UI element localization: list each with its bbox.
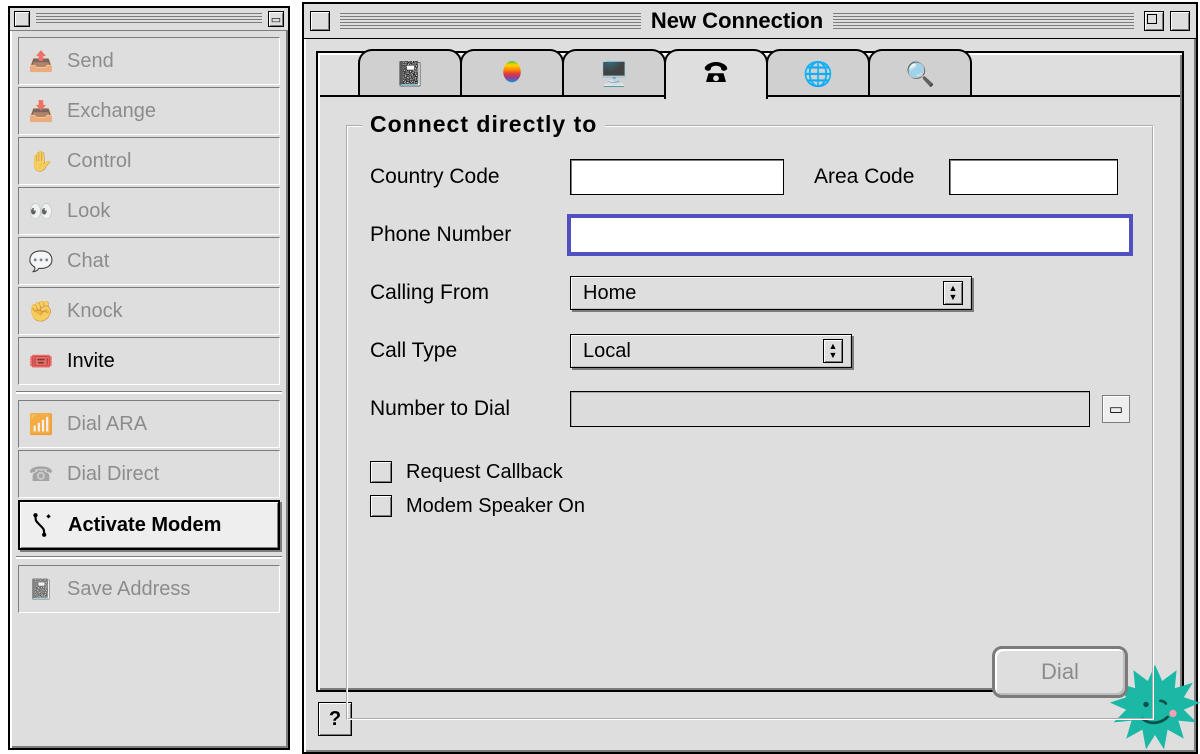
country-code-label: Country Code: [370, 165, 570, 189]
request-callback-row[interactable]: Request Callback: [370, 455, 1130, 489]
close-box[interactable]: [310, 11, 330, 31]
chat-icon: 💬: [27, 247, 55, 275]
toolbox-close-box[interactable]: [14, 11, 30, 27]
ara-icon: 🖥️: [599, 60, 629, 89]
tool-save-address[interactable]: 📓 Save Address: [18, 565, 280, 613]
control-icon: ✋: [27, 147, 55, 175]
tool-label: Exchange: [67, 100, 156, 123]
call-type-popup[interactable]: Local ▲▼: [570, 334, 852, 368]
look-icon: 👀: [27, 197, 55, 225]
tab-address-book[interactable]: 📓: [358, 49, 462, 97]
titlebar-stripes: [36, 13, 262, 25]
phone-number-label: Phone Number: [370, 223, 570, 247]
group-title: Connect directly to: [362, 111, 605, 138]
tool-label: Knock: [67, 300, 123, 323]
send-icon: 📤: [27, 47, 55, 75]
search-icon: 🔍: [905, 60, 935, 89]
area-code-input[interactable]: [949, 159, 1118, 195]
tool-chat[interactable]: 💬 Chat: [18, 237, 280, 285]
tab-ara[interactable]: 🖥️: [562, 49, 666, 97]
tab-search[interactable]: 🔍: [868, 49, 972, 97]
popup-arrows-icon: ▲▼: [943, 281, 963, 305]
titlebar-stripes: [833, 13, 1134, 29]
connect-directly-group: Connect directly to Country Code Area Co…: [346, 125, 1154, 720]
tab-internet[interactable]: 🌐: [766, 49, 870, 97]
tool-label: Invite: [67, 350, 115, 373]
tool-look[interactable]: 👀 Look: [18, 187, 280, 235]
tool-label: Chat: [67, 250, 109, 273]
toolbox-collapse-box[interactable]: ▭: [268, 11, 284, 27]
tool-dial-ara[interactable]: 📶 Dial ARA: [18, 400, 280, 448]
toolbox-separator: [16, 391, 282, 394]
tool-knock[interactable]: ✊ Knock: [18, 287, 280, 335]
modem-speaker-row[interactable]: Modem Speaker On: [370, 489, 1130, 523]
modem-speaker-checkbox[interactable]: [370, 495, 392, 517]
toolbox-separator: [16, 556, 282, 559]
tab-telephone[interactable]: [664, 49, 768, 99]
tool-label: Dial ARA: [67, 413, 147, 436]
toolbox-window: ▭ 📤 Send 📥 Exchange ✋ Control 👀 Look 💬 C…: [8, 6, 290, 750]
exchange-icon: 📥: [27, 97, 55, 125]
new-connection-window: New Connection 📓 🖥️: [302, 2, 1198, 754]
zoom-box[interactable]: [1144, 11, 1164, 31]
request-callback-checkbox[interactable]: [370, 461, 392, 483]
dial-ara-icon: 📶: [27, 410, 55, 438]
tool-label: Dial Direct: [67, 463, 159, 486]
calling-from-popup[interactable]: Home ▲▼: [570, 276, 972, 310]
tool-send[interactable]: 📤 Send: [18, 37, 280, 85]
address-book-icon: 📓: [395, 60, 425, 89]
tab-row: 📓 🖥️ 🌐 🔍: [358, 49, 970, 99]
calling-from-value: Home: [583, 282, 636, 305]
knock-icon: ✊: [27, 297, 55, 325]
tool-dial-direct[interactable]: ☎ Dial Direct: [18, 450, 280, 498]
telephone-icon: [701, 57, 731, 93]
tool-control[interactable]: ✋ Control: [18, 137, 280, 185]
dial-button[interactable]: Dial: [992, 646, 1128, 698]
window-titlebar[interactable]: New Connection: [304, 4, 1196, 39]
call-type-value: Local: [583, 340, 631, 363]
toolbox-titlebar[interactable]: ▭: [10, 8, 288, 31]
tool-exchange[interactable]: 📥 Exchange: [18, 87, 280, 135]
globe-icon: 🌐: [803, 60, 833, 89]
dial-direct-icon: ☎: [27, 460, 55, 488]
titlebar-stripes: [340, 13, 641, 29]
dial-button-label: Dial: [1041, 659, 1079, 685]
tool-label: Send: [67, 50, 114, 73]
toolbox-list: 📤 Send 📥 Exchange ✋ Control 👀 Look 💬 Cha…: [10, 31, 288, 621]
tool-label: Look: [67, 200, 110, 223]
modem-speaker-label: Modem Speaker On: [406, 495, 585, 518]
country-code-input[interactable]: [570, 159, 784, 195]
help-icon: ?: [329, 708, 341, 731]
invite-icon: 🎟️: [27, 347, 55, 375]
request-callback-label: Request Callback: [406, 461, 563, 484]
dialing-options-icon[interactable]: ▭: [1102, 395, 1130, 423]
window-title: New Connection: [651, 8, 823, 34]
call-type-label: Call Type: [370, 339, 570, 363]
tool-invite[interactable]: 🎟️ Invite: [18, 337, 280, 385]
number-to-dial-field: [570, 391, 1090, 427]
tool-label: Save Address: [67, 578, 190, 601]
save-address-icon: 📓: [27, 575, 55, 603]
tab-content-telephone: Connect directly to Country Code Area Co…: [320, 95, 1180, 688]
area-code-label: Area Code: [814, 165, 949, 189]
tool-activate-modem[interactable]: Activate Modem: [18, 500, 280, 550]
number-to-dial-label: Number to Dial: [370, 397, 570, 421]
tool-label: Control: [67, 150, 131, 173]
activate-modem-icon: [28, 511, 56, 539]
phone-number-input[interactable]: [570, 217, 1130, 253]
tab-appletalk[interactable]: [460, 49, 564, 97]
tab-panel: 📓 🖥️ 🌐 🔍 Connect directly to: [316, 51, 1184, 692]
windowshade-box[interactable]: [1170, 11, 1190, 31]
calling-from-label: Calling From: [370, 281, 570, 305]
apple-icon: [497, 56, 527, 92]
popup-arrows-icon: ▲▼: [823, 339, 843, 363]
tool-label: Activate Modem: [68, 514, 221, 537]
